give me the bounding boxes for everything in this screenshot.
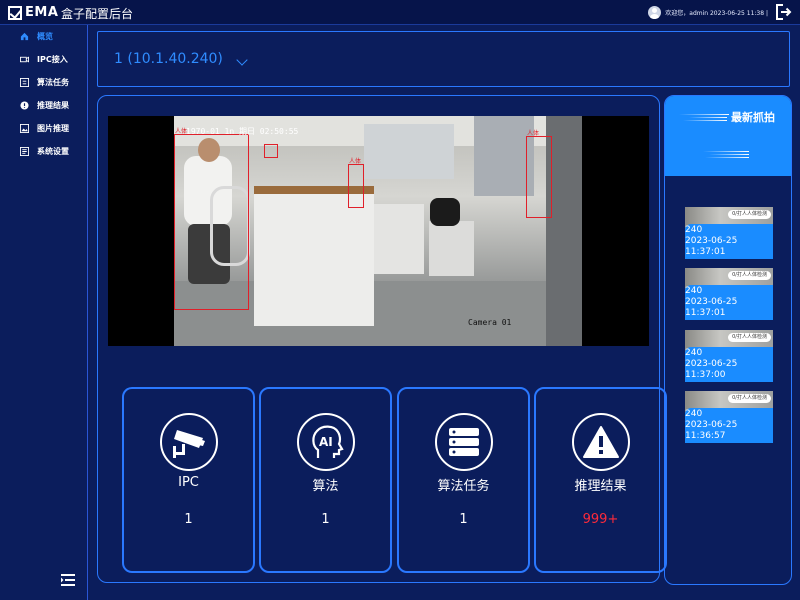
sidebar-item-label: 概览: [37, 32, 53, 41]
capture-date: 2023-06-25: [685, 297, 738, 307]
detection-label: 人体: [527, 130, 540, 137]
detection-box: 人体: [348, 158, 364, 208]
capture-date: 2023-06-25: [685, 359, 738, 369]
sidebar-item-ipc[interactable]: IPC接入: [0, 48, 87, 71]
camera-label: Camera 01: [468, 318, 512, 327]
capture-tag: 0/打人人体检测: [728, 271, 771, 280]
stat-name: 推理结果: [574, 479, 627, 494]
capture-time: 11:37:00: [685, 370, 726, 380]
camera-icon: [20, 56, 29, 63]
capture-tag: 0/打人人体检测: [728, 394, 771, 403]
cctv-icon: [160, 413, 218, 471]
sidebar-item-system-settings[interactable]: 系统设置: [0, 140, 87, 163]
stat-value: 999+: [582, 512, 619, 527]
sidebar-item-overview[interactable]: 概览: [0, 25, 87, 48]
welcome-text: 欢迎您，admin 2023-06-25 11:38 |: [665, 9, 768, 17]
logo-check-icon: [8, 5, 22, 20]
stat-value: 1: [459, 512, 468, 527]
sidebar-item-label: 推理结果: [37, 101, 69, 110]
user-area: 欢迎您，admin 2023-06-25 11:38 |: [648, 3, 792, 21]
latest-captures-header: 最新抓拍: [665, 96, 791, 176]
avatar[interactable]: [648, 5, 662, 19]
stat-card-ipc[interactable]: IPC 1: [122, 387, 255, 573]
collapse-menu-icon[interactable]: [60, 573, 76, 587]
scene-cubicle: [429, 221, 474, 276]
image-icon: [20, 124, 29, 133]
streak-decor: [683, 120, 727, 121]
capture-time: 11:37:01: [685, 308, 726, 318]
settings-icon: [20, 147, 29, 156]
capture-info: 240 2023-06-25 11:37:01: [685, 224, 773, 259]
sidebar: 概览 IPC接入 算法任务 推理结果 图片推理 系统设置: [0, 25, 88, 600]
sidebar-item-inference-result[interactable]: 推理结果: [0, 94, 87, 117]
streak-decor: [679, 114, 729, 115]
sidebar-item-label: 图片推理: [37, 124, 69, 133]
scene-bag: [430, 198, 460, 226]
stat-card-inference-result[interactable]: 推理结果 999+: [534, 387, 667, 573]
scene-cubicle: [374, 204, 424, 274]
stat-card-algorithm[interactable]: AI 算法 1: [259, 387, 392, 573]
top-bar: EMA 盒子配置后台 欢迎您，admin 2023-06-25 11:38 |: [0, 0, 800, 25]
capture-tag: 0/打人人体检测: [728, 333, 771, 342]
device-selector[interactable]: 1 (10.1.40.240): [97, 31, 790, 87]
capture-device: 240: [685, 348, 703, 358]
detection-label: 人体: [349, 158, 362, 165]
capture-date: 2023-06-25: [685, 236, 738, 246]
latest-captures-title: 最新抓拍: [731, 111, 775, 124]
task-icon: [20, 78, 29, 87]
capture-info: 240 2023-06-25 11:37:01: [685, 285, 773, 320]
detection-box: 人体: [174, 128, 249, 310]
warning-icon: [572, 413, 630, 471]
live-video[interactable]: 人体 人体 人体 1970-01 1n 期日 02:50:55 Camera 0…: [108, 116, 649, 346]
video-frame: 人体 人体 人体 1970-01 1n 期日 02:50:55 Camera 0…: [174, 116, 582, 346]
capture-time: 11:36:57: [685, 431, 726, 441]
latest-captures-panel: 最新抓拍 0/打人人体检测 240 2023-06-25 11:37:01 0/…: [664, 95, 792, 585]
capture-date: 2023-06-25: [685, 420, 738, 430]
overview-panel: 人体 人体 人体 1970-01 1n 期日 02:50:55 Camera 0…: [97, 95, 667, 583]
stat-name: 算法任务: [437, 479, 490, 494]
home-icon: [20, 32, 29, 41]
detection-box: 人体: [526, 130, 552, 218]
app-title: 盒子配置后台: [61, 7, 134, 21]
stat-value: 1: [184, 512, 193, 527]
logout-icon[interactable]: [774, 3, 792, 21]
capture-time: 11:37:01: [685, 247, 726, 257]
chevron-down-icon: [236, 54, 248, 66]
device-select-value: 1 (10.1.40.240): [114, 51, 223, 67]
capture-device: 240: [685, 286, 703, 296]
scene-window: [364, 124, 454, 179]
sidebar-item-label: IPC接入: [37, 55, 68, 64]
capture-info: 240 2023-06-25 11:36:57: [685, 408, 773, 443]
capture-item[interactable]: 0/打人人体检测 240 2023-06-25 11:36:57: [685, 391, 773, 443]
stat-name: IPC: [178, 475, 199, 490]
sidebar-item-algorithm-task[interactable]: 算法任务: [0, 71, 87, 94]
sidebar-item-label: 算法任务: [37, 78, 69, 87]
capture-tag: 0/打人人体检测: [728, 210, 771, 219]
result-icon: [20, 101, 29, 110]
stat-value: 1: [321, 512, 330, 527]
streak-decor: [703, 151, 749, 152]
capture-item[interactable]: 0/打人人体检测 240 2023-06-25 11:37:01: [685, 207, 773, 259]
sidebar-item-image-inference[interactable]: 图片推理: [0, 117, 87, 140]
capture-item[interactable]: 0/打人人体检测 240 2023-06-25 11:37:01: [685, 268, 773, 320]
scene-wall: [474, 116, 534, 196]
capture-device: 240: [685, 225, 703, 235]
capture-item[interactable]: 0/打人人体检测 240 2023-06-25 11:37:00: [685, 330, 773, 382]
streak-decor: [689, 117, 727, 118]
logo: EMA: [8, 5, 58, 20]
capture-device: 240: [685, 409, 703, 419]
logo-text: EMA: [25, 5, 59, 20]
stat-card-algorithm-task[interactable]: 算法任务 1: [397, 387, 530, 573]
streak-decor: [709, 154, 749, 155]
stat-name: 算法: [312, 479, 339, 494]
sidebar-item-label: 系统设置: [37, 147, 69, 156]
svg-text:AI: AI: [319, 435, 333, 449]
ai-head-icon: AI: [297, 413, 355, 471]
streak-decor: [705, 157, 749, 158]
server-list-icon: [435, 413, 493, 471]
detection-box: [264, 144, 278, 158]
capture-info: 240 2023-06-25 11:37:00: [685, 347, 773, 382]
video-timestamp: 1970-01 1n 期日 02:50:55: [186, 127, 299, 136]
